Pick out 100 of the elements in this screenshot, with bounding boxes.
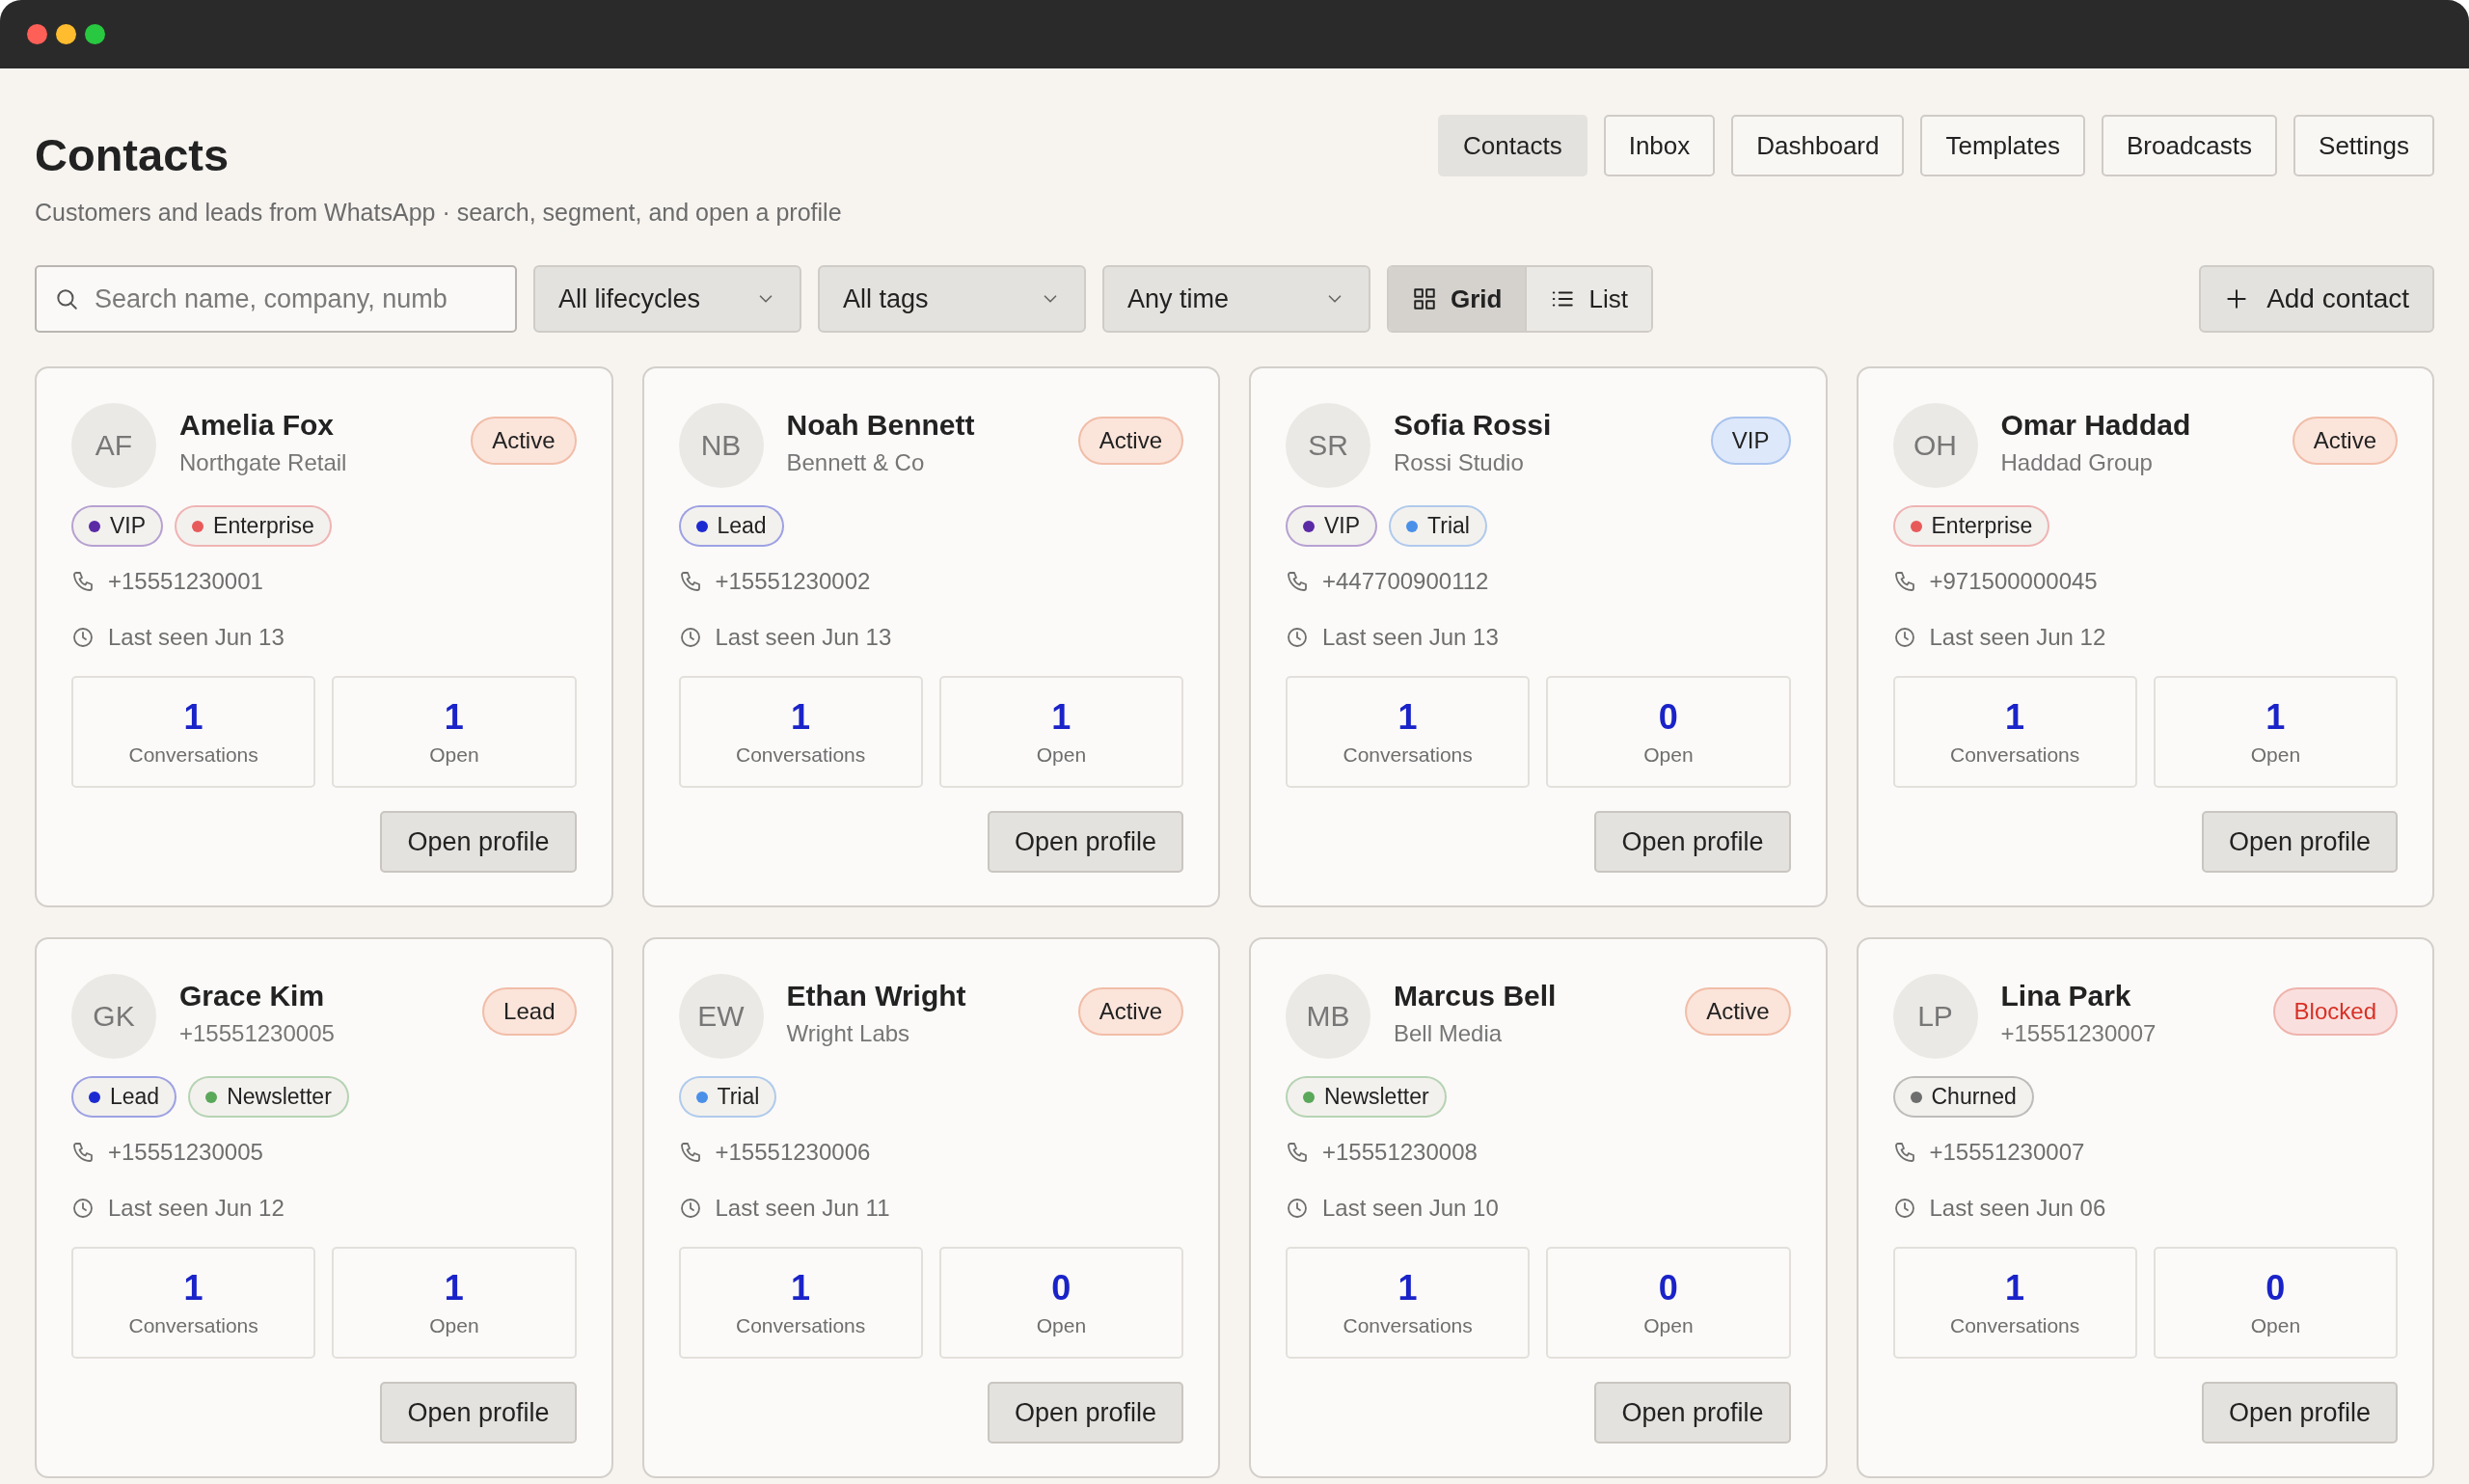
clock-icon	[678, 626, 702, 649]
last-seen: Last seen Jun 06	[1929, 1195, 2106, 1222]
open-profile-button[interactable]: Open profile	[2201, 1382, 2398, 1444]
filter-dropdown[interactable]: Any time	[1102, 265, 1370, 333]
tag-label: Enterprise	[213, 513, 314, 539]
open-profile-button[interactable]: Open profile	[380, 1382, 577, 1444]
open-profile-button[interactable]: Open profile	[1594, 1382, 1791, 1444]
last-seen: Last seen Jun 13	[715, 624, 892, 651]
phone-icon	[71, 570, 95, 593]
contact-subtitle: Wright Labs	[786, 1020, 911, 1047]
page-subtitle: Customers and leads from WhatsApp · search, segment, and open a profile	[35, 199, 842, 227]
stat-value: 1	[444, 1268, 464, 1309]
stat-label: Open	[1036, 1314, 1087, 1337]
clock-icon	[1286, 626, 1309, 649]
open-profile-button[interactable]: Open profile	[380, 811, 577, 873]
stat-label: Open	[1036, 743, 1087, 767]
avatar: MB	[1286, 974, 1370, 1059]
stat-label: Open	[429, 743, 479, 767]
contact-name: Lina Park	[2000, 980, 2132, 1012]
stat-label: Open	[2250, 743, 2301, 767]
contact-name: Ethan Wright	[786, 980, 967, 1012]
open-profile-button[interactable]: Open profile	[2201, 811, 2398, 873]
stat-label: Open	[429, 1314, 479, 1337]
stat-value: 1	[2266, 697, 2286, 738]
view-toggle-button[interactable]: List	[1525, 267, 1651, 331]
stat-value: 1	[444, 697, 464, 738]
contact-name: Sofia Rossi	[1394, 409, 1553, 442]
status-badge: Blocked	[2272, 987, 2398, 1036]
contact-subtitle: +15551230005	[179, 1020, 336, 1047]
nav-tab[interactable]: Broadcasts	[2101, 115, 2278, 176]
avatar: EW	[678, 974, 764, 1059]
avatar: OH	[1892, 403, 1978, 488]
search-field[interactable]: Search name, company, numb	[35, 265, 517, 333]
last-seen: Last seen Jun 13	[108, 624, 285, 651]
tag-label: Enterprise	[1931, 513, 2033, 539]
status-badge: Active	[1685, 987, 1791, 1036]
stat-value: 1	[2005, 697, 2025, 738]
stat-value: 1	[183, 697, 203, 738]
phone-icon	[678, 570, 702, 593]
stat-label: Open	[2250, 1314, 2301, 1337]
stat-value: 0	[1658, 1268, 1678, 1309]
stat-value: 1	[2005, 1268, 2025, 1309]
avatar: AF	[71, 403, 156, 488]
stat-label: Conversations	[128, 743, 258, 767]
nav-tab[interactable]: Inbox	[1603, 115, 1716, 176]
stat-value: 1	[183, 1268, 203, 1309]
stat-label: Conversations	[1343, 743, 1473, 767]
clock-icon	[1892, 626, 1916, 649]
clock-icon	[1892, 1197, 1916, 1220]
status-badge: VIP	[1710, 417, 1791, 465]
open-profile-button[interactable]: Open profile	[987, 1382, 1183, 1444]
phone-number: +447700900112	[1322, 568, 1489, 595]
stat-value: 1	[1051, 697, 1072, 738]
clock-icon	[1286, 1197, 1309, 1220]
stat-label: Conversations	[736, 1314, 866, 1337]
stat-label: Open	[1643, 743, 1694, 767]
stat-label: Conversations	[128, 1314, 258, 1337]
stat-value: 1	[1397, 1268, 1418, 1309]
phone-number: +15551230001	[108, 568, 263, 595]
stat-label: Conversations	[1950, 743, 2080, 767]
nav-tab[interactable]: Contacts	[1438, 115, 1587, 176]
contact-subtitle: Northgate Retail	[179, 449, 348, 476]
avatar: SR	[1286, 403, 1370, 488]
clock-icon	[71, 1197, 95, 1220]
stat-label: Conversations	[1343, 1314, 1473, 1337]
view-toggle-button[interactable]: Grid	[1389, 267, 1526, 331]
status-badge: Active	[2292, 417, 2398, 465]
phone-number: +15551230002	[715, 568, 871, 595]
phone-number: +15551230008	[1322, 1139, 1478, 1166]
grid-icon	[1412, 286, 1437, 311]
filter-dropdown[interactable]: All tags	[818, 265, 1086, 333]
tag-label: Lead	[717, 513, 767, 539]
nav-tab[interactable]: Settings	[2293, 115, 2434, 176]
window-zoom-button[interactable]	[85, 24, 105, 44]
last-seen: Last seen Jun 10	[1322, 1195, 1499, 1222]
open-profile-button[interactable]: Open profile	[987, 811, 1183, 873]
window-close-button[interactable]	[27, 24, 47, 44]
nav-tab[interactable]: Templates	[1920, 115, 2085, 176]
tag-label: Newsletter	[227, 1084, 332, 1110]
contact-subtitle: +15551230007	[2000, 1020, 2157, 1047]
open-profile-button[interactable]: Open profile	[1594, 811, 1791, 873]
stat-value: 1	[791, 697, 811, 738]
phone-number: +15551230005	[108, 1139, 263, 1166]
stat-value: 0	[1658, 697, 1678, 738]
last-seen: Last seen Jun 13	[1322, 624, 1499, 651]
status-badge: Active	[471, 417, 577, 465]
filter-dropdown[interactable]: All lifecycles	[533, 265, 801, 333]
nav-tab[interactable]: Dashboard	[1731, 115, 1905, 176]
avatar: LP	[1892, 974, 1978, 1059]
tag-label: Lead	[110, 1084, 160, 1110]
stat-label: Open	[1643, 1314, 1694, 1337]
window-minimize-button[interactable]	[56, 24, 76, 44]
add-contact-button[interactable]: Add contact	[2199, 265, 2434, 333]
last-seen: Last seen Jun 12	[1929, 624, 2106, 651]
stat-label: Conversations	[1950, 1314, 2080, 1337]
clock-icon	[678, 1197, 702, 1220]
contact-name: Grace Kim	[179, 980, 326, 1012]
status-badge: Lead	[482, 987, 577, 1036]
phone-icon	[1892, 1141, 1916, 1164]
phone-icon	[1286, 1141, 1309, 1164]
